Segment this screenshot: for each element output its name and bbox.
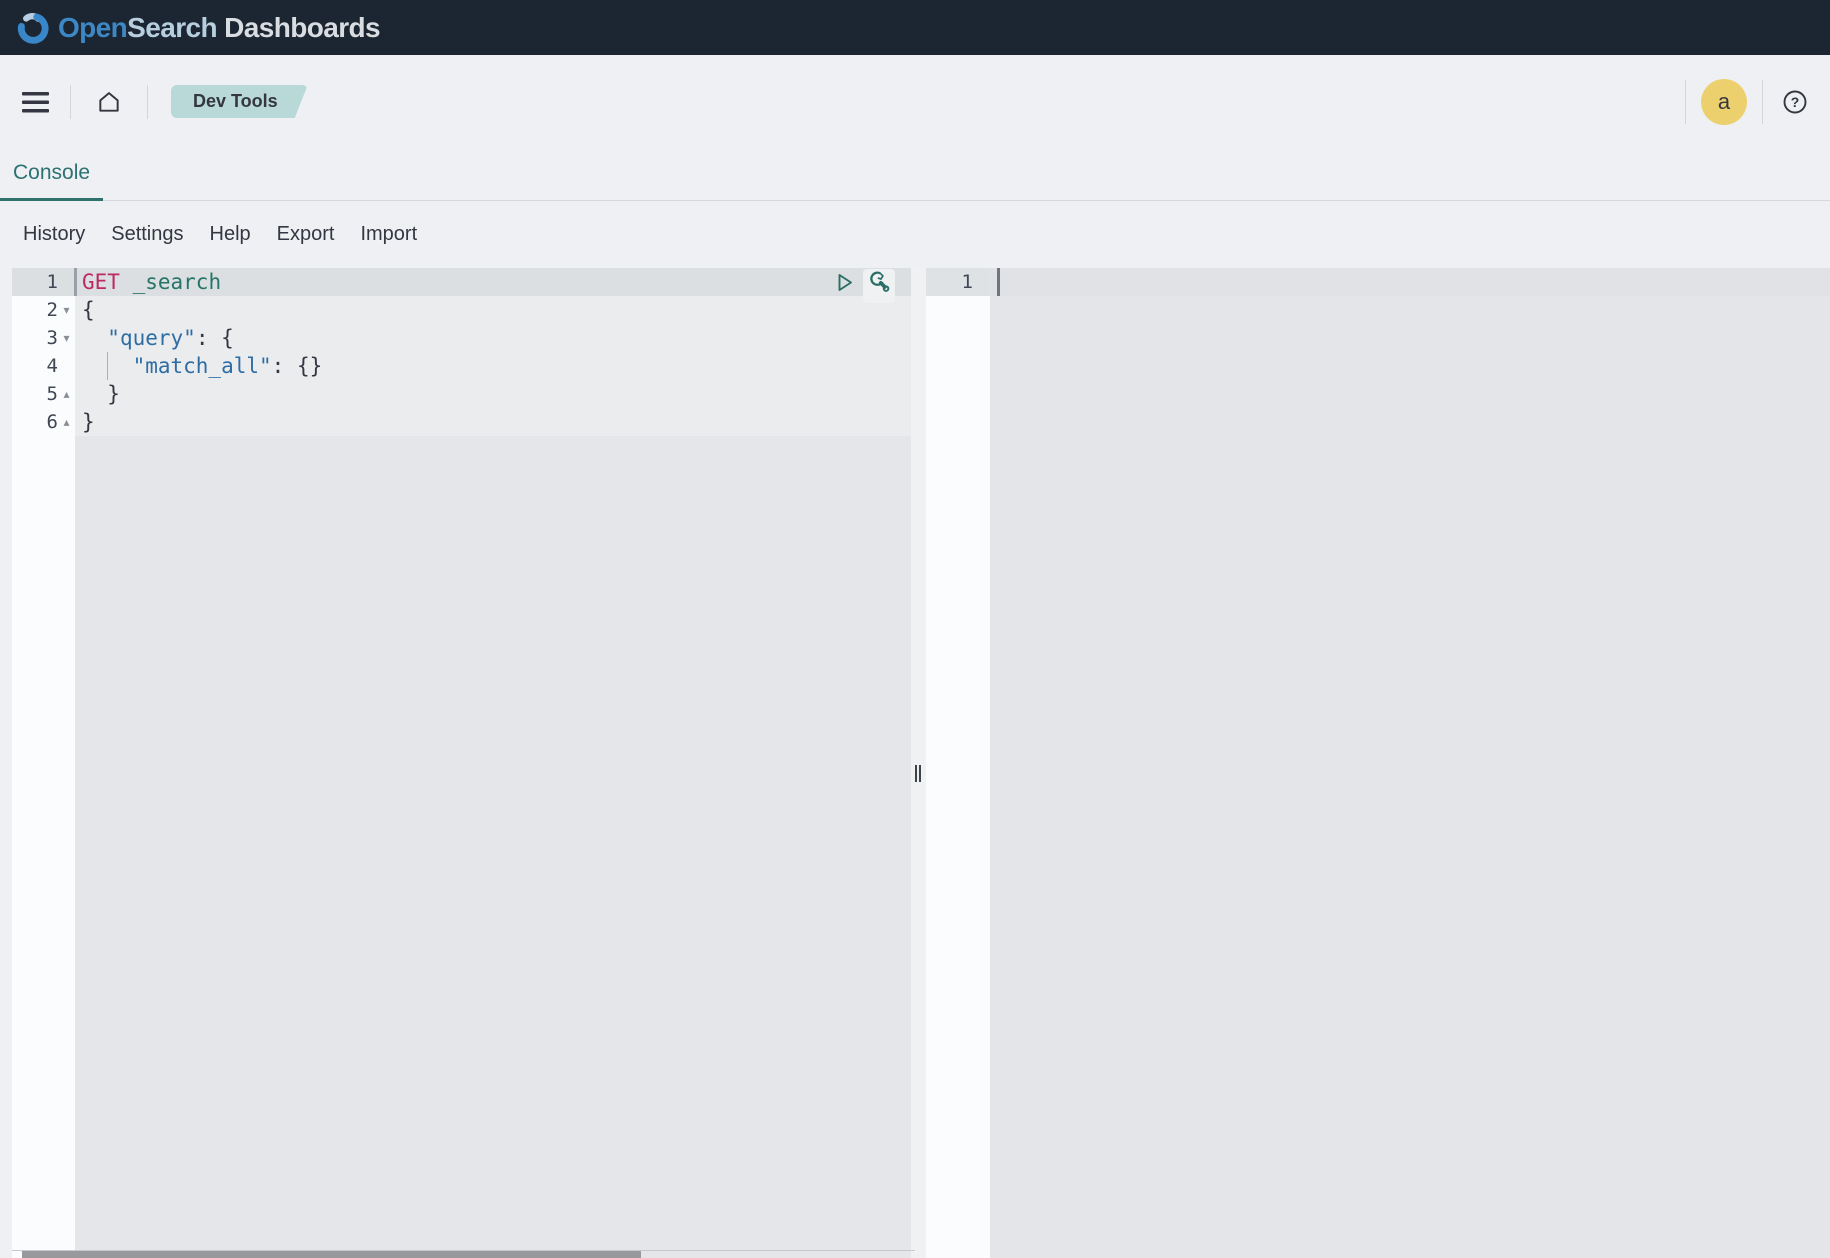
indent-guide [107,352,108,380]
header-divider [70,85,71,119]
header-divider [1762,80,1763,124]
code-token-key: "query" [107,326,196,350]
secondary-header: Dev Tools a ? [0,55,1830,148]
tab-console-label: Console [13,161,90,185]
code-line[interactable]: } [75,380,911,408]
fold-arrow-icon[interactable]: ▾ [58,296,75,324]
request-line-actions [832,268,895,296]
hamburger-icon [22,90,49,114]
svg-text:?: ? [1791,94,1800,110]
line-number: 3 [12,324,58,352]
code-token-plain [120,270,133,294]
tab-bar: Console [0,148,1830,201]
fold-arrow-icon[interactable]: ▴ [58,408,75,436]
breadcrumb-dev-tools[interactable]: Dev Tools [171,85,308,118]
request-code-lines[interactable]: GET _search{ "query": { "match_all": {} … [75,268,911,436]
user-avatar[interactable]: a [1701,79,1747,125]
response-editor-body[interactable] [990,268,1830,1258]
request-editor-body[interactable]: GET _search{ "query": { "match_all": {} … [75,268,911,1258]
help-button[interactable]: ? [1781,88,1809,116]
request-text-cursor [74,268,77,296]
response-line-number: 1 [962,268,973,296]
code-token-plain [82,326,107,350]
response-editor-gutter: 1 [926,268,990,1258]
response-text-cursor [997,268,1000,296]
menu-item-help[interactable]: Help [210,223,251,246]
code-line[interactable]: } [75,408,911,436]
logo-text: OpenSearch Dashboards [58,12,380,44]
menu-item-export[interactable]: Export [277,223,335,246]
code-token-key: "match_all" [133,354,272,378]
line-number: 2 [12,296,58,324]
home-icon [96,88,122,116]
menu-item-history[interactable]: History [23,223,85,246]
request-editor-gutter: 12▾3▾45▴6▴ [12,268,75,1258]
gutter-line: 4 [12,352,75,380]
hscrollbar-thumb[interactable] [22,1251,641,1258]
console-menubar: History Settings Help Export Import [0,201,1830,268]
home-button[interactable] [96,88,122,116]
panel-resizer[interactable] [911,268,926,1258]
header-divider [147,85,148,119]
gutter-line: 2▾ [12,296,75,324]
code-token-method: GET [82,270,120,294]
gutter-line: 3▾ [12,324,75,352]
gutter-line: 1 [12,268,75,296]
response-active-line [990,268,1830,296]
opensearch-logo[interactable]: OpenSearch Dashboards [13,9,380,47]
send-request-play-button[interactable] [832,270,856,294]
menu-item-settings[interactable]: Settings [111,223,183,246]
code-token-url: _search [133,270,222,294]
code-token-punct: : {} [272,354,323,378]
code-line[interactable]: "match_all": {} [75,352,911,380]
gutter-line: 6▴ [12,408,75,436]
top-navbar: OpenSearch Dashboards [0,0,1830,55]
fold-arrow-icon[interactable]: ▾ [58,324,75,352]
breadcrumb-label: Dev Tools [193,91,278,112]
avatar-initial: a [1718,89,1730,115]
opensearch-dashboards-app: OpenSearch Dashboards Dev Tools a [0,0,1830,1258]
code-token-punct: : { [196,326,234,350]
fold-arrow-icon[interactable]: ▴ [58,380,75,408]
line-number: 1 [12,268,58,296]
menu-item-import[interactable]: Import [360,223,417,246]
request-editor[interactable]: 12▾3▾45▴6▴ GET _search{ "query": { "matc… [12,268,911,1258]
gutter-line: 5▴ [12,380,75,408]
resizer-handle-icon[interactable] [915,765,921,782]
code-line[interactable]: { [75,296,911,324]
header-divider [1685,80,1686,124]
menu-hamburger-button[interactable] [22,90,49,114]
line-number: 5 [12,380,58,408]
opensearch-logo-icon [13,9,51,47]
code-token-punct: } [82,410,95,434]
code-token-punct: } [82,382,120,406]
tab-console[interactable]: Console [0,148,103,201]
wrench-icon [866,269,892,295]
code-token-punct: { [82,298,95,322]
response-editor[interactable]: 1 [926,268,1830,1258]
line-number: 4 [12,352,58,380]
response-gutter-line: 1 [926,268,990,296]
help-icon: ? [1781,88,1809,116]
code-line[interactable]: "query": { [75,324,911,352]
line-number: 6 [12,408,58,436]
code-line[interactable]: GET _search [75,268,911,296]
